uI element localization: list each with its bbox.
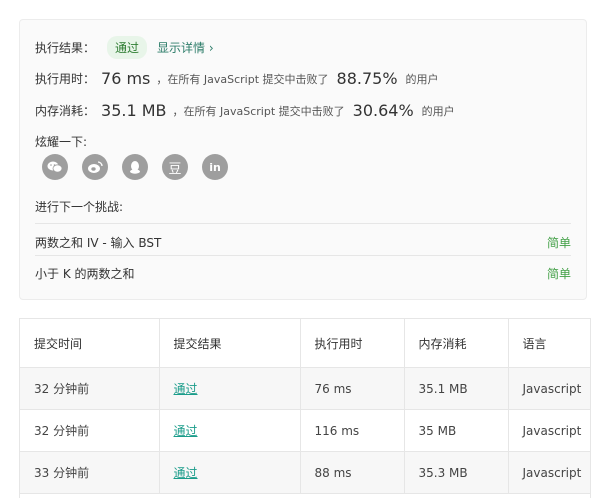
cell-time: 32 分钟前 [20,367,160,410]
memory-row: 内存消耗： 35.1 MB ，在所有 JavaScript 提交中击败了 30.… [35,101,455,120]
memory-text-after: 的用户 [421,104,455,118]
challenge-item[interactable]: 两数之和 IV - 输入 BST 简单 [35,234,571,251]
challenge-level: 简单 [546,267,571,281]
douban-glyph: 豆 [168,161,182,177]
header-submit-time: 提交时间 [20,319,160,368]
header-runtime: 执行用时 [300,319,405,368]
weibo-icon[interactable] [82,154,108,180]
runtime-text-after: 的用户 [405,72,439,86]
cell-memory: 35.3 MB [404,451,509,494]
cell-memory: 35.1 MB [404,367,509,410]
cell-runtime: 116 ms [300,409,405,452]
challenge-item[interactable]: 小于 K 的两数之和 简单 [35,265,571,282]
memory-value: 35.1 MB [101,101,167,120]
challenge-title[interactable]: 小于 K 的两数之和 [35,265,135,282]
cell-result: 通过 [159,367,301,410]
divider [35,223,571,224]
table-row: 32 分钟前 通过 116 ms 35 MB Javascript [20,409,590,452]
share-row: 炫耀一下: [35,133,87,150]
linkedin-glyph: in [209,160,221,174]
result-link[interactable]: 通过 [174,424,198,438]
memory-percent: 30.64% [352,101,414,120]
header-memory: 内存消耗 [404,319,509,368]
challenge-level: 简单 [546,236,571,250]
challenge-title[interactable]: 两数之和 IV - 输入 BST [35,234,161,251]
douban-icon[interactable]: 豆 [162,154,188,180]
runtime-text-before: ，在所有 JavaScript 提交中击败了 [156,72,329,86]
table-row: 33 分钟前 通过 88 ms 35.3 MB Javascript [20,451,590,494]
runtime-value: 76 ms [101,69,151,88]
wechat-icon[interactable] [42,154,68,180]
show-details-link[interactable]: 显示详情 › [157,39,214,56]
cell-time: 32 分钟前 [20,409,160,452]
cell-result: 通过 [159,409,301,452]
cell-memory: 35 MB [404,409,509,452]
cell-runtime: 88 ms [300,451,405,494]
memory-label: 内存消耗： [35,104,96,118]
status-badge: 通过 [107,36,148,59]
share-label: 炫耀一下: [35,135,88,149]
runtime-label: 执行用时： [35,72,96,86]
next-challenge-label: 进行下一个挑战: [35,200,124,214]
share-icons: 豆 in [42,154,228,180]
table-header-row: 提交时间 提交结果 执行用时 内存消耗 语言 [20,319,590,368]
cell-result: 通过 [159,451,301,494]
linkedin-icon[interactable]: in [202,154,228,180]
header-submit-result: 提交结果 [159,319,301,368]
qq-icon[interactable] [122,154,148,180]
cell-language: Javascript [508,451,590,494]
table-row: 32 分钟前 通过 76 ms 35.1 MB Javascript [20,367,590,410]
cell-language: Javascript [508,409,590,452]
cell-time: 33 分钟前 [20,451,160,494]
cell-runtime: 76 ms [300,367,405,410]
result-link[interactable]: 通过 [174,466,198,480]
submissions-table: 提交时间 提交结果 执行用时 内存消耗 语言 32 分钟前 通过 76 ms 3… [19,318,591,498]
cell-language: Javascript [508,367,590,410]
result-panel: 执行结果： 通过 显示详情 › 执行用时： 76 ms ，在所有 JavaScr… [19,19,587,300]
result-link[interactable]: 通过 [174,382,198,396]
memory-text-before: ，在所有 JavaScript 提交中击败了 [172,104,345,118]
header-language: 语言 [508,319,590,368]
result-row: 执行结果： 通过 显示详情 › [35,36,214,59]
runtime-percent: 88.75% [336,69,398,88]
result-label: 执行结果： [35,41,96,55]
runtime-row: 执行用时： 76 ms ，在所有 JavaScript 提交中击败了 88.75… [35,69,439,88]
divider [35,255,571,256]
next-challenge-row: 进行下一个挑战: [35,198,123,215]
